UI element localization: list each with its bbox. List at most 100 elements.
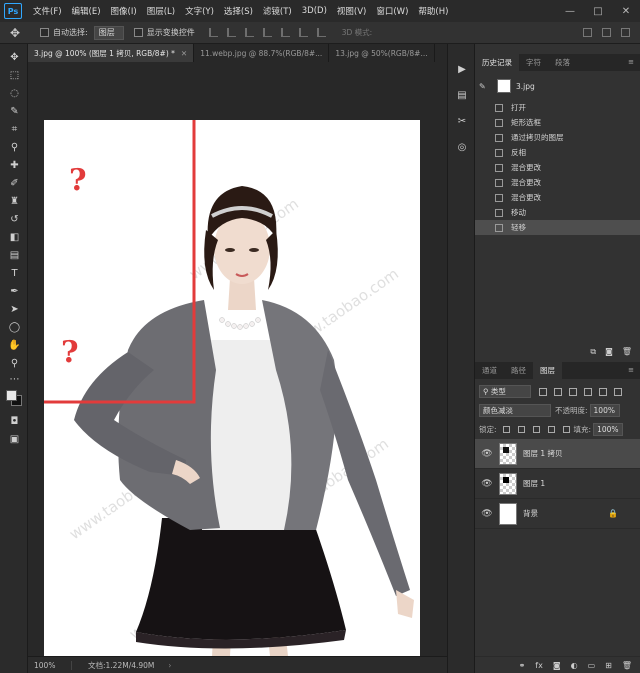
filter-smart-object-icon[interactable] [599,387,607,396]
brush-icon[interactable]: ✐ [7,176,22,191]
history-item[interactable]: 移动 [475,205,640,220]
photoshop-logo-icon[interactable]: Ps [4,3,22,19]
link-layers-icon[interactable]: ⚭ [519,661,526,670]
history-item[interactable]: 混合更改 [475,190,640,205]
move-icon[interactable]: ✥ [7,50,22,65]
clone-stamp-icon[interactable]: ♜ [7,194,22,209]
menu-view[interactable]: 视图(V) [332,5,371,17]
menu-file[interactable]: 文件(F) [28,5,67,17]
menu-3d[interactable]: 3D(D) [297,6,332,16]
align-center-icon[interactable] [226,28,236,37]
lock-transparent-icon[interactable] [502,426,510,433]
adjustment-layer-icon[interactable]: ◐ [571,661,578,670]
eye-icon[interactable]: 👁 [479,509,495,519]
doc-tab[interactable]: 13.jpg @ 50%(RGB/8#... [329,44,435,62]
lock-artboard-icon[interactable] [547,426,555,433]
menu-layer[interactable]: 图层(L) [142,5,180,17]
zoom-icon[interactable]: ⚲ [7,356,22,371]
layer-row[interactable]: 👁 图层 1 拷贝 [475,439,640,469]
menu-help[interactable]: 帮助(H) [413,5,453,17]
doc-tab[interactable]: 11.webp.jpg @ 88.7%(RGB/8#... [194,44,330,62]
layer-name[interactable]: 背景 [523,508,538,519]
3d-roll-icon[interactable] [602,28,611,37]
fill-input[interactable]: 100% [593,423,624,436]
history-item-selected[interactable]: 轻移 [475,220,640,235]
healing-brush-icon[interactable]: ✚ [7,158,22,173]
layer-name[interactable]: 图层 1 拷贝 [523,448,563,459]
lock-all-icon[interactable] [562,426,570,433]
lasso-icon[interactable]: ◌ [7,86,22,101]
eraser-icon[interactable]: ◧ [7,230,22,245]
filter-shape-icon[interactable] [584,387,592,396]
history-item[interactable]: 混合更改 [475,160,640,175]
tab-paths[interactable]: 路径 [504,362,533,379]
path-select-icon[interactable]: ➤ [7,302,22,317]
history-brush-source-icon[interactable]: ✎ [479,82,493,91]
3d-pan-icon[interactable] [621,28,630,37]
canvas-area[interactable]: www.taobao.com www.taobao.com www.taobao… [28,62,447,656]
tab-paragraph[interactable]: 段落 [548,54,577,71]
blend-mode-dropdown[interactable]: 颜色减淡 [479,404,551,417]
auto-select-dropdown[interactable]: 图层 [93,25,124,40]
new-document-from-state-icon[interactable]: ⧉ [590,347,596,357]
document-canvas[interactable]: www.taobao.com www.taobao.com www.taobao… [44,120,420,656]
play-action-icon[interactable]: ▶ [455,62,469,76]
eye-icon[interactable]: 👁 [479,479,495,489]
zoom-level[interactable]: 100% [28,660,72,670]
gradient-icon[interactable]: ▤ [7,248,22,263]
marquee-icon[interactable]: ⬚ [7,68,22,83]
lock-position-icon[interactable] [532,426,540,433]
menu-filter[interactable]: 滤镜(T) [258,5,297,17]
layer-name[interactable]: 图层 1 [523,478,545,489]
new-group-icon[interactable]: ▭ [588,661,596,670]
panel-menu-icon[interactable]: ≡ [628,58,634,66]
quick-mask-icon[interactable]: ◘ [7,414,22,429]
close-window-button[interactable]: ✕ [612,0,640,22]
tab-channels[interactable]: 通道 [475,362,504,379]
move-tool-icon[interactable]: ✥ [0,26,30,40]
tab-character[interactable]: 字符 [519,54,548,71]
history-brush-icon[interactable]: ↺ [7,212,22,227]
menu-image[interactable]: 图像(I) [106,5,142,17]
show-transform-checkbox[interactable] [133,28,143,37]
distribute-icon[interactable] [316,28,326,37]
menu-edit[interactable]: 编辑(E) [67,5,106,17]
add-mask-icon[interactable]: ◙ [553,661,561,670]
align-left-icon[interactable] [208,28,218,37]
minimize-button[interactable]: — [556,0,584,22]
hand-icon[interactable]: ✋ [7,338,22,353]
properties-icon[interactable]: ▤ [455,88,469,102]
layer-kind-filter[interactable]: ⚲ 类型 [479,385,531,398]
menu-window[interactable]: 窗口(W) [371,5,413,17]
close-icon[interactable]: ✕ [181,49,187,58]
status-expand-icon[interactable]: › [168,661,171,670]
3d-rotate-icon[interactable] [583,28,592,37]
more-tools-icon[interactable]: ⋯ [7,372,22,387]
history-item[interactable]: 打开 [475,100,640,115]
align-bottom-icon[interactable] [298,28,308,37]
libraries-icon[interactable]: ◎ [455,140,469,154]
history-item[interactable]: 反相 [475,145,640,160]
history-item[interactable]: 矩形选框 [475,115,640,130]
layer-row[interactable]: 👁 图层 1 [475,469,640,499]
pen-icon[interactable]: ✒ [7,284,22,299]
text-icon[interactable]: T [7,266,22,281]
history-item[interactable]: 通过拷贝的图层 [475,130,640,145]
quick-select-icon[interactable]: ✎ [7,104,22,119]
auto-select-checkbox[interactable] [40,28,49,37]
crop-icon[interactable]: ⌗ [7,122,22,137]
tab-layers[interactable]: 图层 [533,362,562,379]
history-item[interactable]: 混合更改 [475,175,640,190]
layers-panel-menu-icon[interactable]: ≡ [628,366,634,374]
filter-toggle-icon[interactable] [614,387,622,396]
trash-icon[interactable]: 🗑 [622,347,632,357]
menu-select[interactable]: 选择(S) [219,5,258,17]
shape-icon[interactable]: ◯ [7,320,22,335]
history-snapshot[interactable]: ✎ 3.jpg [475,76,640,96]
lock-image-icon[interactable] [517,426,525,433]
align-top-icon[interactable] [262,28,272,37]
fx-icon[interactable]: fx [535,661,543,670]
align-right-icon[interactable] [244,28,254,37]
eye-icon[interactable]: 👁 [479,449,495,459]
doc-tab-active[interactable]: 3.jpg @ 100% (图层 1 拷贝, RGB/8#) * ✕ [28,44,195,62]
